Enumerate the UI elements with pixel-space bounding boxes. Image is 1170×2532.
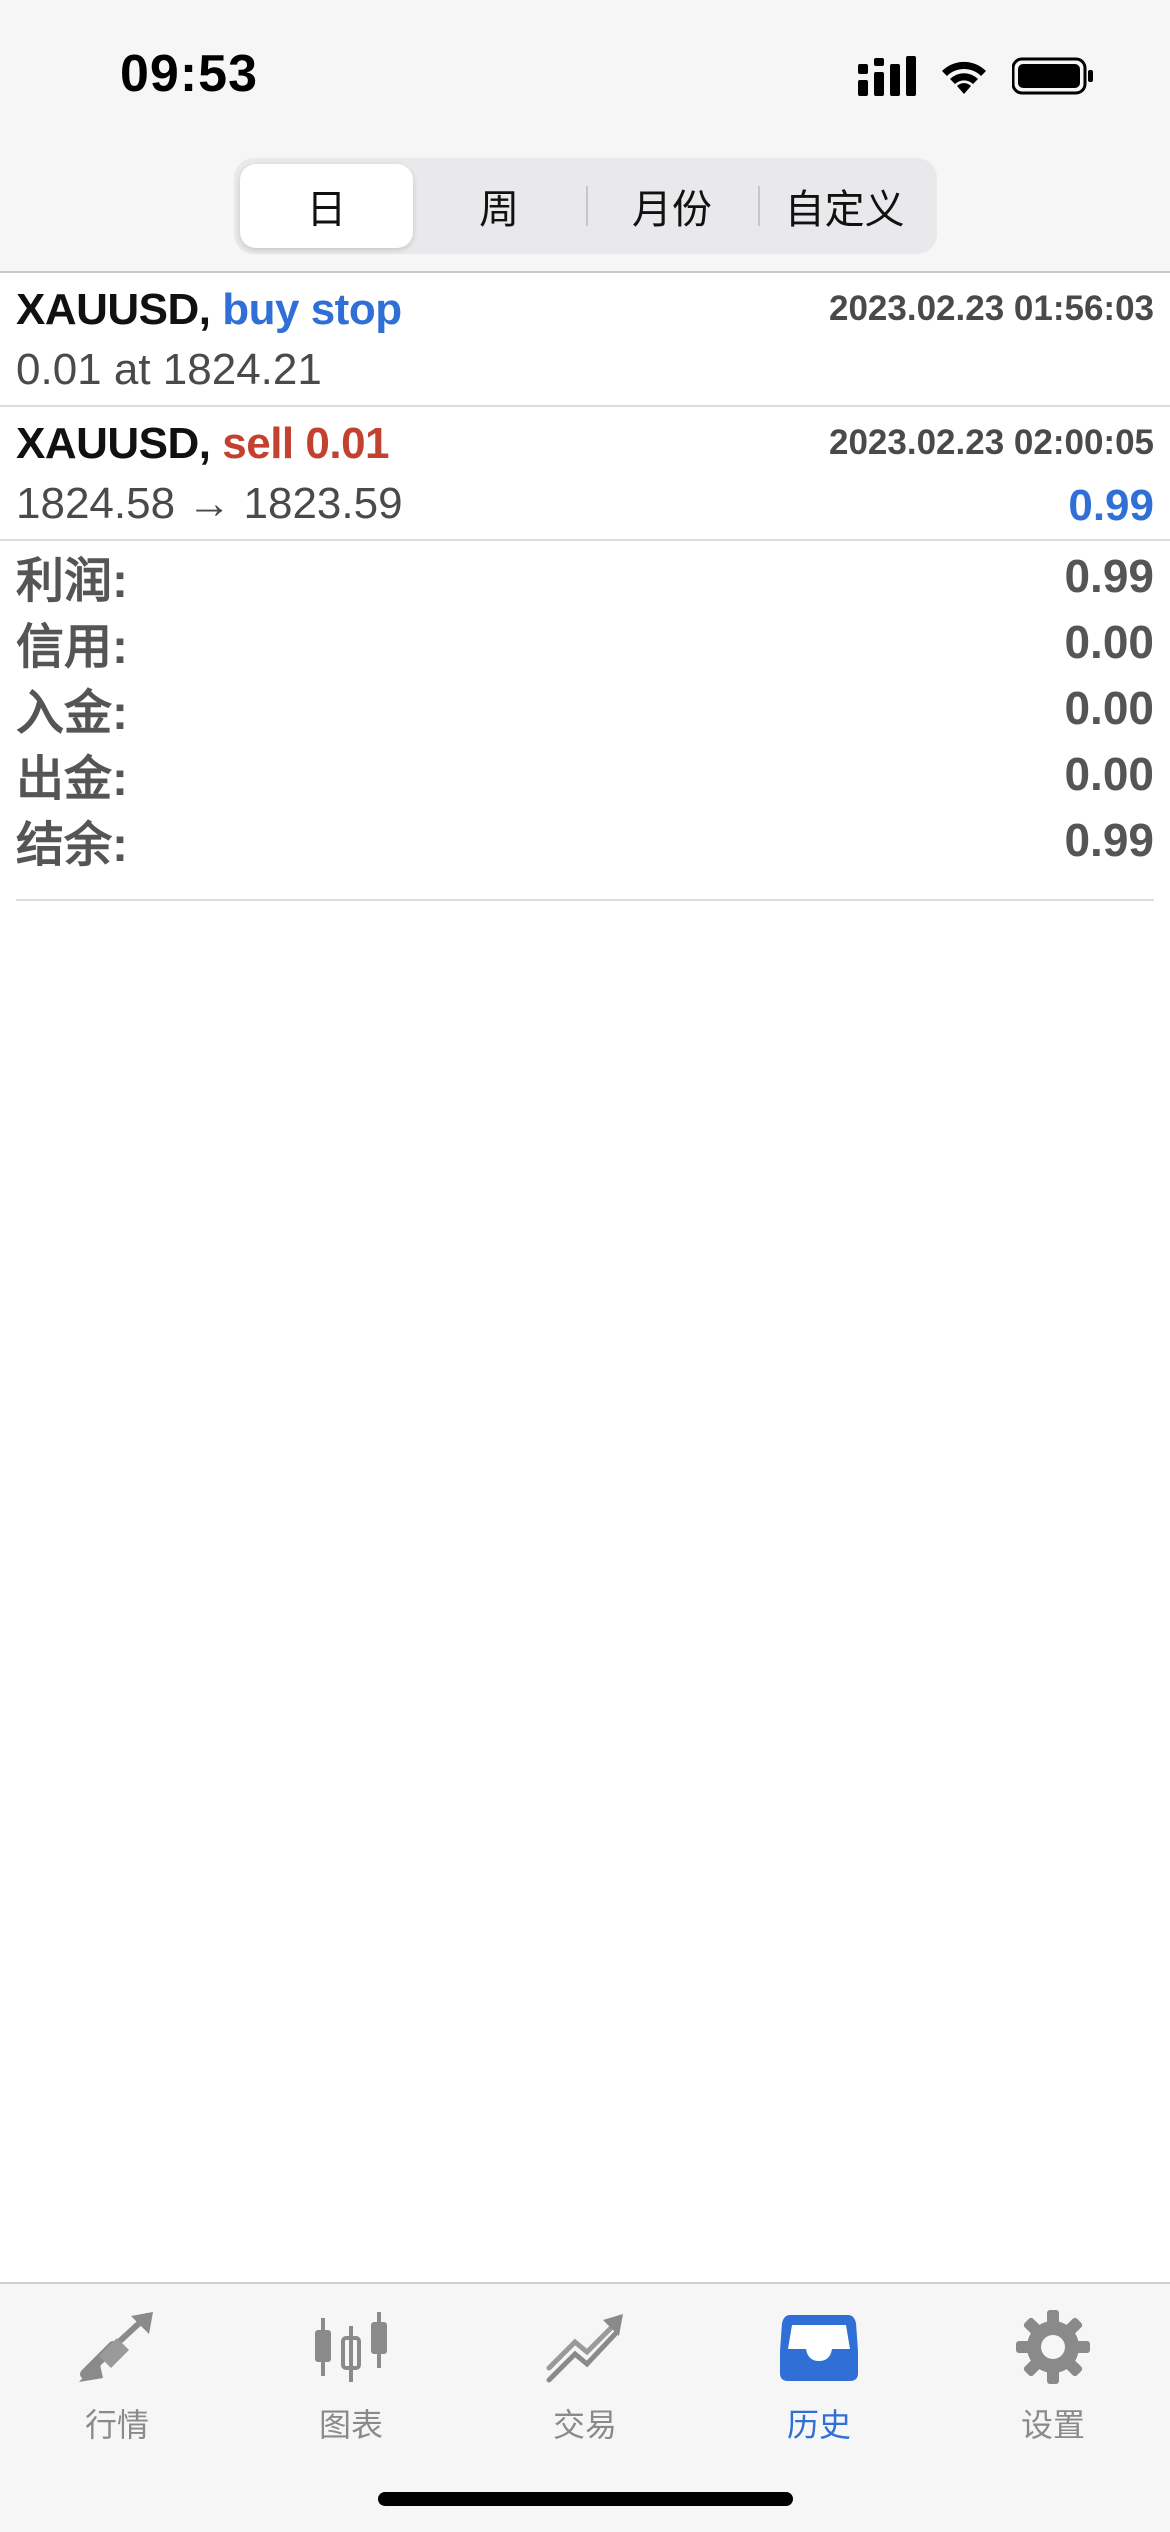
- account-summary: 利润: 0.99 信用: 0.00 入金: 0.00 出金: 0.00 结余: …: [16, 543, 1154, 901]
- battery-icon: [1012, 57, 1093, 95]
- tab-quotes[interactable]: 行情: [0, 2302, 234, 2452]
- status-icons: [858, 56, 1094, 96]
- row-type: sell 0.01: [222, 419, 390, 468]
- summary-deposit: 入金: 0.00: [16, 675, 1154, 741]
- segment-custom[interactable]: 自定义: [758, 164, 931, 248]
- row-symbol: XAUUSD,: [16, 285, 211, 334]
- candlestick-chart-icon: [306, 2302, 396, 2392]
- tab-label: 图表: [318, 2407, 383, 2443]
- summary-label: 利润:: [16, 555, 128, 608]
- row-type: buy stop: [222, 285, 402, 334]
- tab-label: 行情: [84, 2407, 149, 2443]
- summary-value: 0.99: [1064, 814, 1154, 866]
- summary-label: 结余:: [16, 819, 128, 872]
- row-symbol: XAUUSD,: [16, 419, 211, 468]
- summary-label: 出金:: [16, 753, 128, 806]
- cellular-signal-icon: [858, 56, 916, 96]
- row-title: XAUUSD, sell 0.01: [16, 419, 390, 469]
- row-datetime: 2023.02.23 02:00:05: [829, 423, 1154, 462]
- summary-balance: 结余: 0.99: [16, 807, 1154, 873]
- segment-label: 周: [479, 188, 520, 232]
- summary-credit: 信用: 0.00: [16, 609, 1154, 675]
- history-row[interactable]: XAUUSD, buy stop 2023.02.23 01:56:03 0.0…: [0, 273, 1170, 407]
- row-detail: 1824.58 → 1823.59: [16, 479, 403, 528]
- tab-label: 交易: [552, 2407, 617, 2443]
- summary-value: 0.00: [1064, 616, 1154, 668]
- row-detail: 0.01 at 1824.21: [16, 345, 322, 394]
- header: 09:53 日 周 月份 自定义: [0, 0, 1170, 273]
- history-list: XAUUSD, buy stop 2023.02.23 01:56:03 0.0…: [0, 273, 1170, 541]
- segment-week[interactable]: 周: [413, 164, 586, 248]
- row-title: XAUUSD, buy stop: [16, 285, 402, 335]
- period-segmented-control: 日 周 月份 自定义: [234, 158, 937, 254]
- gear-icon: [1008, 2302, 1098, 2392]
- status-time: 09:53: [120, 45, 258, 103]
- tab-label: 设置: [1020, 2407, 1085, 2443]
- history-inbox-icon: [774, 2302, 864, 2392]
- summary-withdrawal: 出金: 0.00: [16, 741, 1154, 807]
- segment-day[interactable]: 日: [240, 164, 413, 248]
- bottom-tab-bar: 行情 图表 交易 历史 设置: [0, 2282, 1170, 2532]
- quotes-arrows-icon: [72, 2302, 162, 2392]
- history-row[interactable]: XAUUSD, sell 0.01 2023.02.23 02:00:05 18…: [0, 407, 1170, 541]
- segment-label: 月份: [631, 188, 712, 232]
- segment-month[interactable]: 月份: [585, 164, 759, 248]
- wifi-icon: [942, 61, 986, 94]
- history-screen: 09:53 日 周 月份 自定义 XAUUSD, buy stop 2023.0…: [0, 0, 1170, 2532]
- home-indicator: [378, 2492, 793, 2506]
- tab-trade[interactable]: 交易: [468, 2302, 702, 2452]
- summary-value: 0.99: [1064, 550, 1154, 602]
- tab-history[interactable]: 历史: [702, 2302, 936, 2452]
- tab-settings[interactable]: 设置: [936, 2302, 1170, 2452]
- segment-label: 自定义: [784, 188, 905, 232]
- tab-label: 历史: [786, 2407, 851, 2443]
- summary-value: 0.00: [1064, 682, 1154, 734]
- summary-profit: 利润: 0.99: [16, 543, 1154, 609]
- summary-label: 入金:: [16, 687, 128, 740]
- tab-charts[interactable]: 图表: [234, 2302, 468, 2452]
- summary-label: 信用:: [16, 621, 128, 674]
- segment-label: 日: [306, 188, 347, 232]
- summary-value: 0.00: [1064, 748, 1154, 800]
- row-datetime: 2023.02.23 01:56:03: [829, 289, 1154, 328]
- row-profit: 0.99: [1068, 481, 1154, 530]
- trade-trend-icon: [540, 2302, 630, 2392]
